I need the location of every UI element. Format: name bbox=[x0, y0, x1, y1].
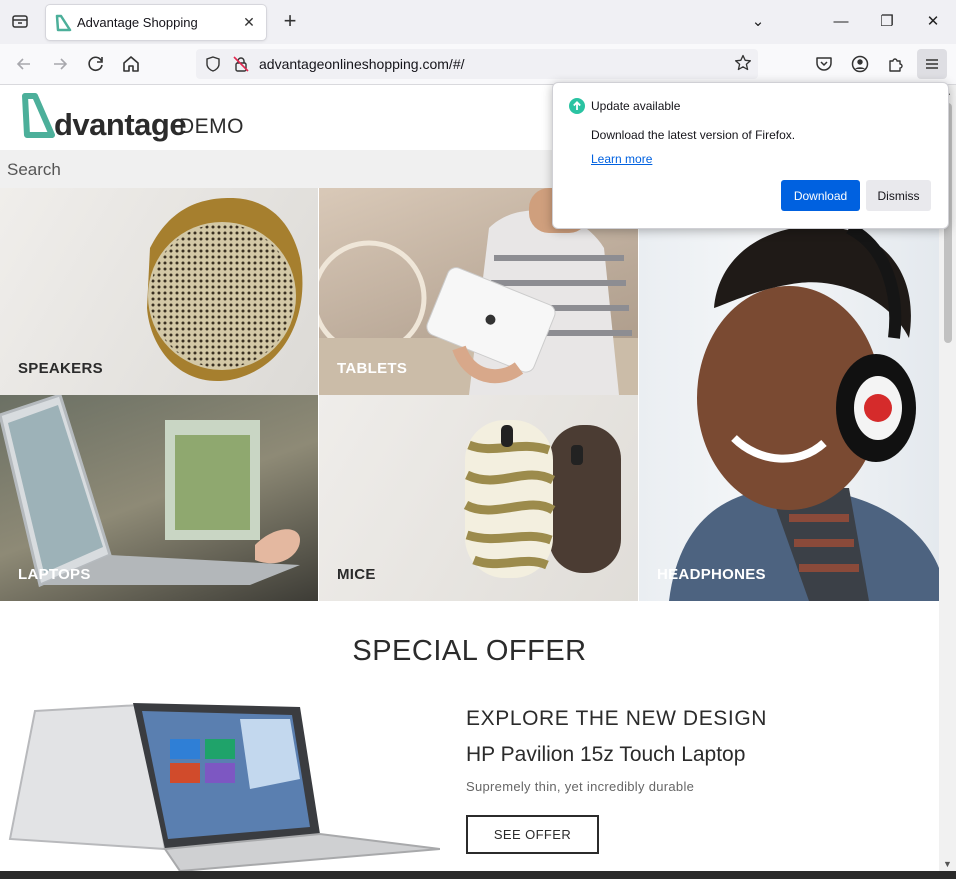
popup-description: Download the latest version of Firefox. bbox=[591, 128, 796, 142]
bookmark-star-icon[interactable] bbox=[734, 54, 752, 77]
back-icon[interactable] bbox=[12, 52, 36, 76]
offer-tagline: Supremely thin, yet incredibly durable bbox=[466, 779, 695, 794]
restore-icon[interactable]: ❐ bbox=[874, 10, 900, 34]
category-laptops-label: LAPTOPS bbox=[18, 566, 91, 583]
special-offer-title: SPECIAL OFFER bbox=[352, 635, 587, 667]
tab-bar: Advantage Shopping ✕ + ⌄ — ❐ ✕ bbox=[0, 0, 956, 44]
offer-heading: EXPLORE THE NEW DESIGN bbox=[466, 707, 768, 730]
learn-more-link[interactable]: Learn more bbox=[591, 152, 652, 166]
search-label: Search bbox=[7, 160, 61, 179]
category-mice[interactable]: MICE bbox=[319, 395, 638, 601]
category-mice-label: MICE bbox=[337, 566, 376, 583]
see-offer-button[interactable]: SEE OFFER bbox=[466, 815, 599, 854]
category-speakers-label: SPEAKERS bbox=[18, 360, 103, 377]
category-speakers[interactable]: SPEAKERS bbox=[0, 188, 318, 395]
headphones-image bbox=[669, 222, 939, 601]
minimize-icon[interactable]: — bbox=[828, 10, 854, 34]
new-tab-button[interactable]: + bbox=[279, 10, 301, 33]
dismiss-button[interactable]: Dismiss bbox=[866, 180, 931, 211]
reload-icon[interactable] bbox=[84, 52, 108, 76]
download-button[interactable]: Download bbox=[781, 180, 860, 211]
hp-laptop-image bbox=[8, 703, 440, 871]
list-all-tabs-icon[interactable]: ⌄ bbox=[745, 10, 771, 34]
category-laptops[interactable]: LAPTOPS bbox=[0, 395, 318, 601]
scroll-down-icon[interactable]: ▼ bbox=[941, 859, 954, 869]
address-bar[interactable]: advantageonlineshopping.com/#/ bbox=[196, 49, 758, 79]
account-icon[interactable] bbox=[848, 52, 872, 76]
url-text[interactable]: advantageonlineshopping.com/#/ bbox=[259, 56, 465, 72]
forward-icon[interactable] bbox=[48, 52, 72, 76]
os-taskbar bbox=[0, 871, 956, 879]
lock-warning-icon[interactable] bbox=[233, 56, 249, 72]
offer-product-name: HP Pavilion 15z Touch Laptop bbox=[466, 743, 746, 766]
category-headphones-label: HEADPHONES bbox=[657, 566, 766, 583]
site-favicon-icon bbox=[55, 14, 73, 32]
home-icon[interactable] bbox=[119, 52, 143, 76]
tab-title: Advantage Shopping bbox=[77, 15, 198, 30]
popup-title: Update available bbox=[591, 99, 681, 113]
menu-icon[interactable] bbox=[917, 49, 947, 79]
browser-tab[interactable]: Advantage Shopping ✕ bbox=[46, 5, 266, 40]
update-available-popup: Update available Download the latest ver… bbox=[552, 82, 949, 229]
extensions-icon[interactable] bbox=[884, 52, 908, 76]
pocket-icon[interactable] bbox=[812, 52, 836, 76]
category-headphones[interactable]: HEADPHONES bbox=[639, 188, 939, 601]
logo-text: dvantage bbox=[54, 107, 187, 142]
logo-mark-icon bbox=[22, 93, 55, 138]
shield-icon[interactable] bbox=[205, 56, 221, 72]
logo-demo-text: DEMO bbox=[179, 115, 244, 138]
tab-list-icon[interactable] bbox=[9, 10, 31, 32]
close-tab-icon[interactable]: ✕ bbox=[240, 13, 258, 31]
category-tablets-label: TABLETS bbox=[337, 360, 408, 377]
navigation-toolbar: advantageonlineshopping.com/#/ bbox=[0, 44, 956, 85]
close-window-icon[interactable]: ✕ bbox=[920, 10, 946, 34]
update-arrow-icon bbox=[569, 98, 585, 114]
